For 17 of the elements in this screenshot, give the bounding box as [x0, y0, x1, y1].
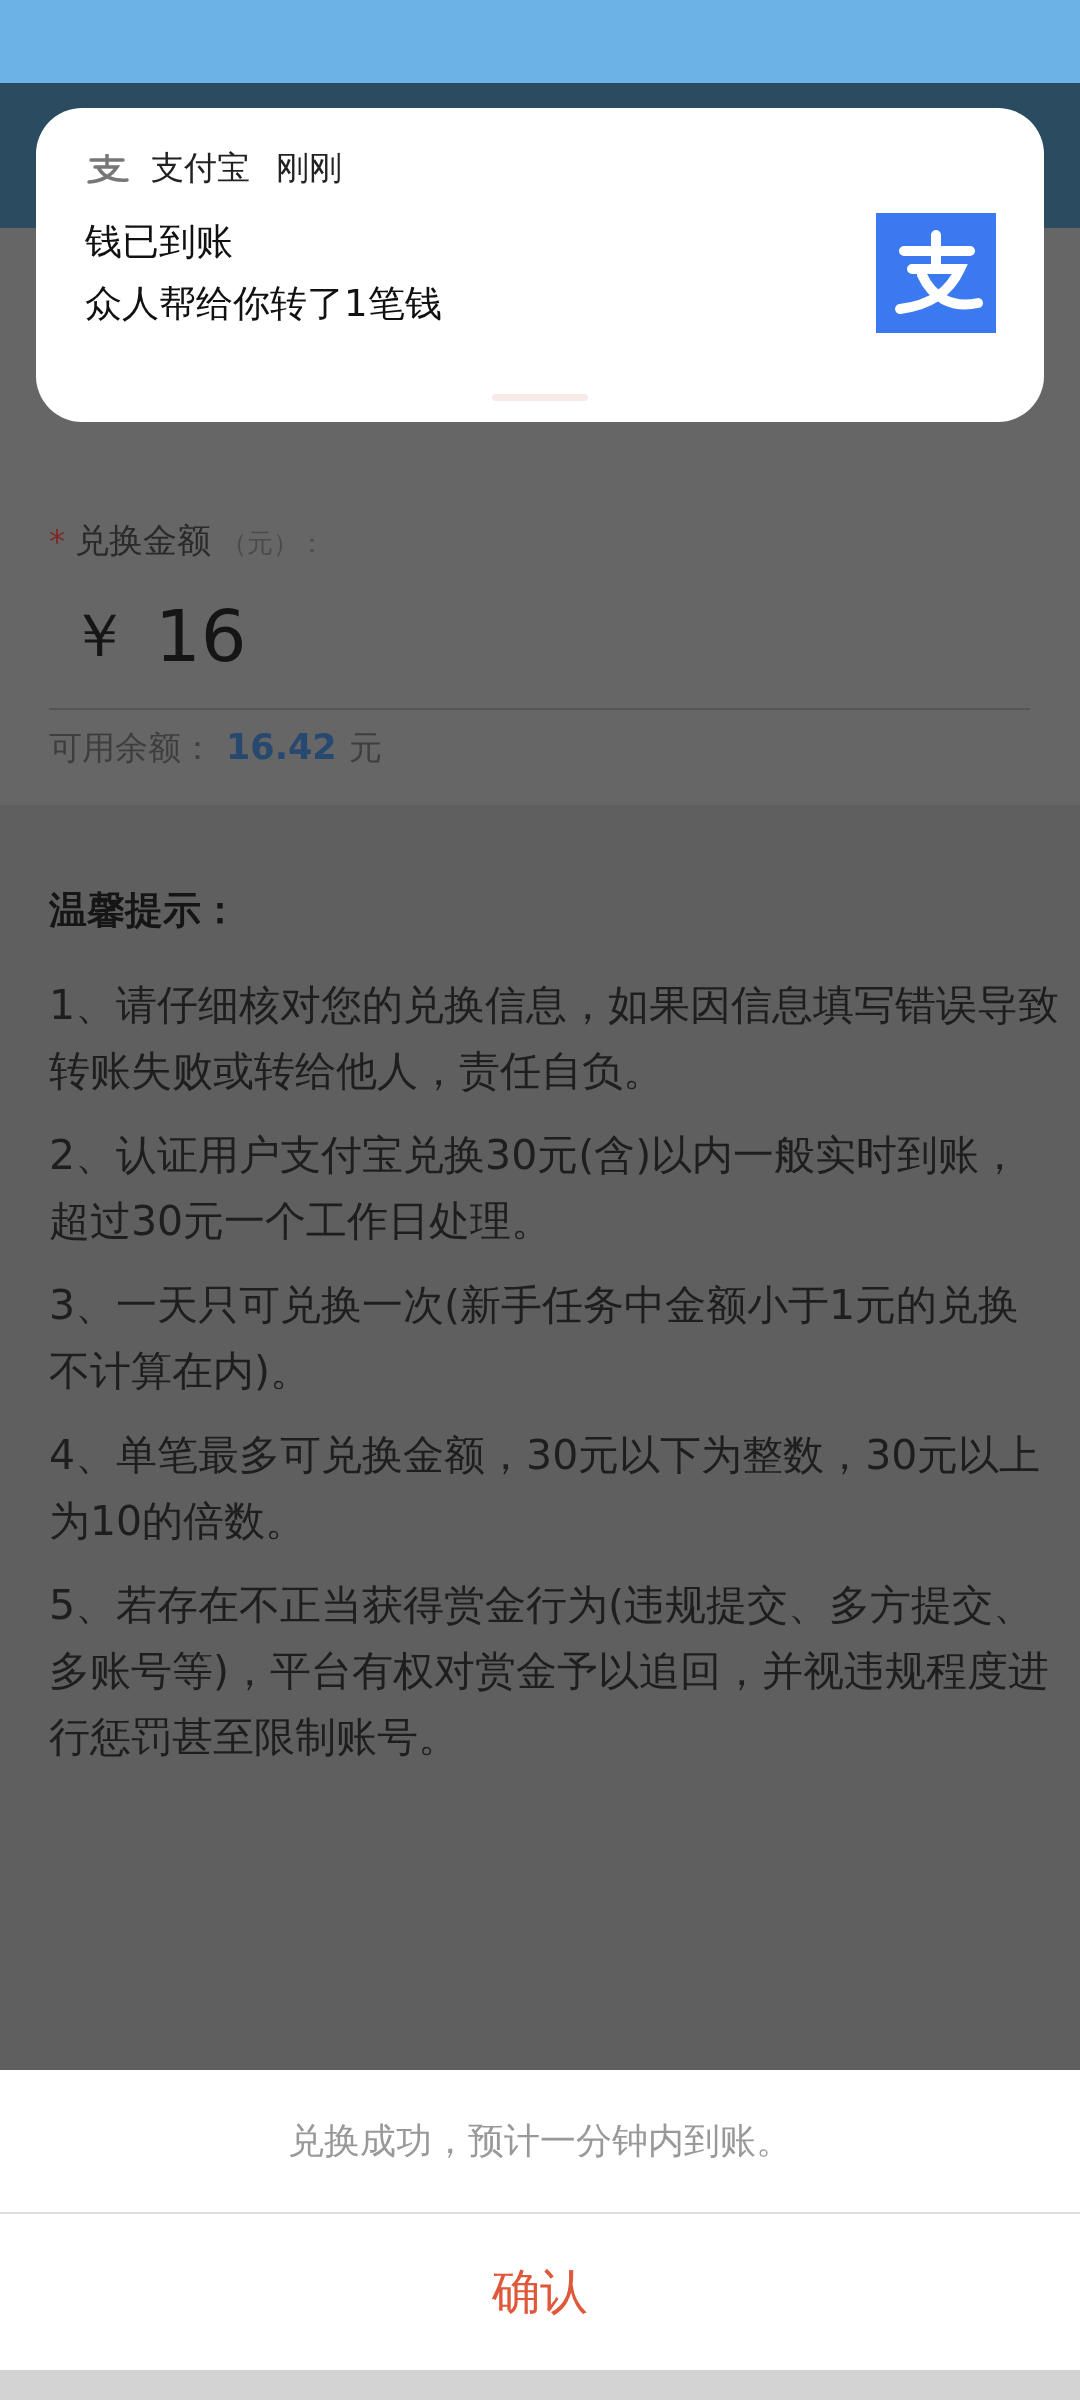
tip-text: 3、一天只可兑换一次(新手任务中金额小于1元的兑换不计算在内)。	[49, 1280, 1021, 1397]
balance-value: 16.42	[226, 727, 337, 767]
notification-message: 众人帮给你转了1笔钱	[85, 281, 442, 327]
tip-text: 5、若存在不正当获得赏金行为(违规提交、多方提交、多账号等)，平台有权对赏金予以追回，并视违规程度进行惩罚甚至限制账号。	[49, 1580, 1050, 1763]
notification-title: 钱已到账	[85, 219, 234, 265]
app-name: 支付宝	[151, 147, 250, 189]
required-mark: *	[49, 522, 65, 560]
notification-card[interactable]: 支付宝 刚刚 钱已到账 众人帮给你转了1笔钱	[36, 108, 1044, 422]
tip-text: 1、请仔细核对您的兑换信息，如果因信息填写错误导致转账失败或转给他人，责任自负。	[49, 980, 1060, 1097]
app-logo-icon	[85, 153, 129, 184]
tips-title: 温馨提示：	[49, 887, 240, 934]
app-icon	[876, 213, 996, 333]
amount-field[interactable]: ￥ 16	[49, 564, 1030, 710]
field-label: 兑换金额	[75, 519, 211, 562]
tip-text: 4、单笔最多可兑换金额，30元以下为整数，30元以上为10的倍数。	[49, 1430, 1042, 1547]
tip-text: 2、认证用户支付宝兑换30元(含)以内一般实时到账，超过30元一个工作日处理。	[49, 1130, 1022, 1247]
notification-time: 刚刚	[276, 147, 342, 189]
